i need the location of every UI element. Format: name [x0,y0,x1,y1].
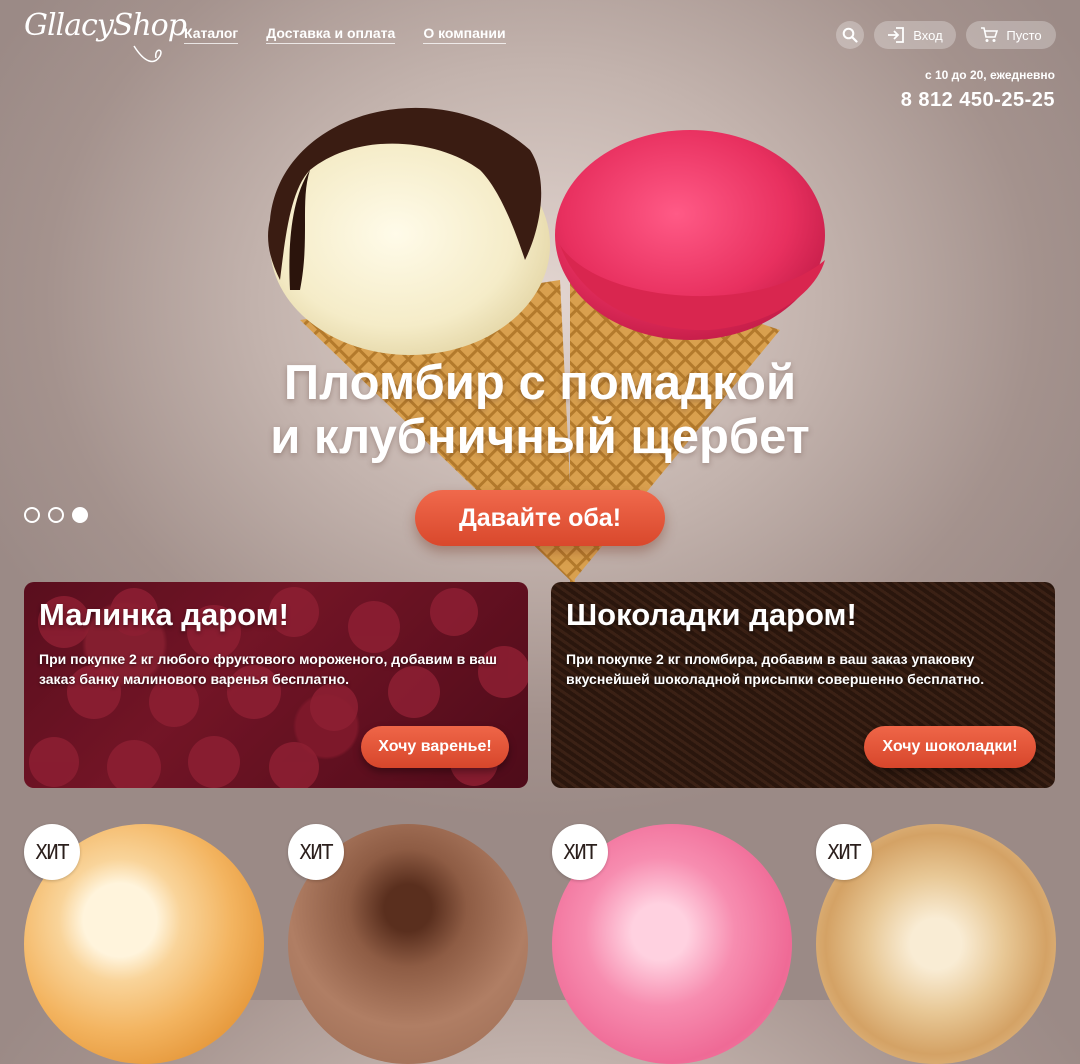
cart-label: Пусто [1006,27,1042,43]
hit-badge-4: ХИТ [816,824,872,880]
main-nav: Каталог Доставка и оплата О компании [184,25,506,44]
search-icon [842,27,858,43]
phone-number[interactable]: 8 812 450-25-25 [901,89,1055,112]
logo[interactable]: GllacyShop [24,8,187,43]
hero-title: Пломбир с помадкой и клубничный щербет [0,356,1080,464]
promo-raspberry: Малинка даром! При покупке 2 кг любого ф… [24,582,528,788]
slider-dots [24,507,88,523]
promo-chocolate-title: Шоколадки даром! [566,597,857,632]
nav-about[interactable]: О компании [423,25,506,44]
want-jam-button[interactable]: Хочу варенье! [361,726,509,768]
hit-badge-3: ХИТ [552,824,608,880]
login-icon [888,27,905,43]
search-button[interactable] [836,21,864,49]
slider-dot-3[interactable] [72,507,88,523]
logo-swirl [133,45,162,63]
hero-title-line1: Пломбир с помадкой [283,356,797,410]
promo-raspberry-title: Малинка даром! [39,597,289,632]
login-button[interactable]: Вход [874,21,956,49]
hero-title-line2: и клубничный щербет [270,410,810,464]
hit-badge-1: ХИТ [24,824,80,880]
working-hours: с 10 до 20, ежедневно [924,68,1055,82]
slider-dot-1[interactable] [24,507,40,523]
promo-chocolate-text: При покупке 2 кг пломбира, добавим в ваш… [566,651,985,687]
nav-catalog[interactable]: Каталог [184,25,239,44]
promo-raspberry-text: При покупке 2 кг любого фруктового морож… [39,651,497,687]
hit-badge-2: ХИТ [288,824,344,880]
cart-button[interactable]: Пусто [966,21,1056,49]
slider-dot-2[interactable] [48,507,64,523]
promo-chocolate: Шоколадки даром! При покупке 2 кг пломби… [551,582,1055,788]
hero-cta-button[interactable]: Давайте оба! [415,490,665,546]
login-label: Вход [913,27,943,43]
want-chocolate-button[interactable]: Хочу шоколадки! [864,726,1036,768]
cart-icon [981,27,999,42]
nav-delivery[interactable]: Доставка и оплата [266,25,396,44]
